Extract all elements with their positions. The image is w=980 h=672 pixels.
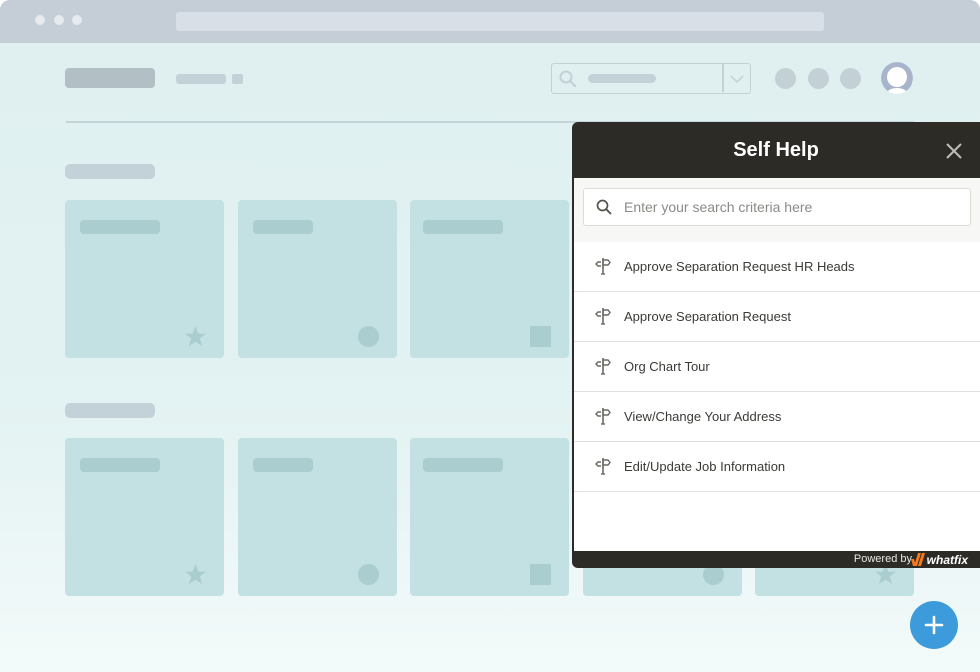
browser-window: Self Help Enter your search criteria her… <box>0 0 980 672</box>
card-title-placeholder <box>253 458 313 472</box>
self-help-panel: Self Help Enter your search criteria her… <box>572 122 980 568</box>
star-icon <box>184 325 207 347</box>
section-title-placeholder <box>65 164 155 179</box>
list-item-label: View/Change Your Address <box>624 409 782 424</box>
nav-placeholder-small[interactable] <box>232 74 243 84</box>
user-avatar-icon[interactable] <box>881 62 913 94</box>
panel-header: Self Help <box>572 122 980 178</box>
panel-footer: Powered by whatfix <box>572 551 980 568</box>
search-placeholder-bar <box>588 74 656 83</box>
signpost-icon <box>595 458 611 475</box>
card[interactable] <box>65 200 224 358</box>
square-icon <box>529 563 552 586</box>
section-title-placeholder <box>65 403 155 418</box>
chevron-down-icon[interactable] <box>729 73 745 85</box>
whatfix-logo-icon <box>910 553 925 566</box>
header-search-box[interactable] <box>551 63 751 94</box>
card-title-placeholder <box>80 458 160 472</box>
search-icon <box>559 70 577 88</box>
self-help-search-input[interactable] <box>624 197 954 217</box>
square-icon <box>529 325 552 348</box>
card[interactable] <box>410 200 569 358</box>
self-help-list: Approve Separation Request HR Heads Appr… <box>574 242 980 492</box>
whatfix-logo[interactable]: whatfix <box>910 552 968 567</box>
list-item[interactable]: Approve Separation Request HR Heads <box>574 242 980 292</box>
circle-icon <box>357 563 380 586</box>
list-item-label: Approve Separation Request HR Heads <box>624 259 855 274</box>
card-title-placeholder <box>423 220 503 234</box>
header-icon-circle[interactable] <box>840 68 861 89</box>
nav-placeholder[interactable] <box>176 74 226 84</box>
self-help-search-box[interactable] <box>583 188 971 226</box>
brand-name: whatfix <box>926 552 968 567</box>
circle-icon <box>357 325 380 348</box>
list-item[interactable]: Org Chart Tour <box>574 342 980 392</box>
panel-body: Approve Separation Request HR Heads Appr… <box>574 178 980 551</box>
browser-title-bar <box>0 0 980 43</box>
card[interactable] <box>238 438 397 596</box>
add-button[interactable] <box>910 601 958 649</box>
list-item[interactable]: Edit/Update Job Information <box>574 442 980 492</box>
window-control-dot[interactable] <box>35 15 45 25</box>
signpost-icon <box>595 358 611 375</box>
close-icon[interactable] <box>944 141 964 161</box>
list-item-label: Edit/Update Job Information <box>624 459 786 474</box>
header-icon-circle[interactable] <box>808 68 829 89</box>
list-item-label: Org Chart Tour <box>624 359 710 374</box>
signpost-icon <box>595 308 611 325</box>
card[interactable] <box>238 200 397 358</box>
header-icon-circle[interactable] <box>775 68 796 89</box>
search-divider <box>722 64 724 92</box>
card-title-placeholder <box>423 458 503 472</box>
powered-by-label: Powered by <box>853 553 912 565</box>
list-item-label: Approve Separation Request <box>624 309 791 324</box>
window-control-dot[interactable] <box>54 15 64 25</box>
list-item[interactable]: View/Change Your Address <box>574 392 980 442</box>
list-item[interactable]: Approve Separation Request <box>574 292 980 342</box>
star-icon <box>184 563 207 585</box>
app-logo-placeholder <box>65 68 155 88</box>
card[interactable] <box>410 438 569 596</box>
plus-icon <box>924 615 944 635</box>
search-area <box>574 178 980 242</box>
card[interactable] <box>65 438 224 596</box>
window-control-dot[interactable] <box>72 15 82 25</box>
address-bar[interactable] <box>176 12 824 31</box>
signpost-icon <box>595 408 611 425</box>
panel-title: Self Help <box>733 139 819 161</box>
signpost-icon <box>595 258 611 275</box>
card-title-placeholder <box>253 220 313 234</box>
card-title-placeholder <box>80 220 160 234</box>
search-icon <box>596 199 612 215</box>
